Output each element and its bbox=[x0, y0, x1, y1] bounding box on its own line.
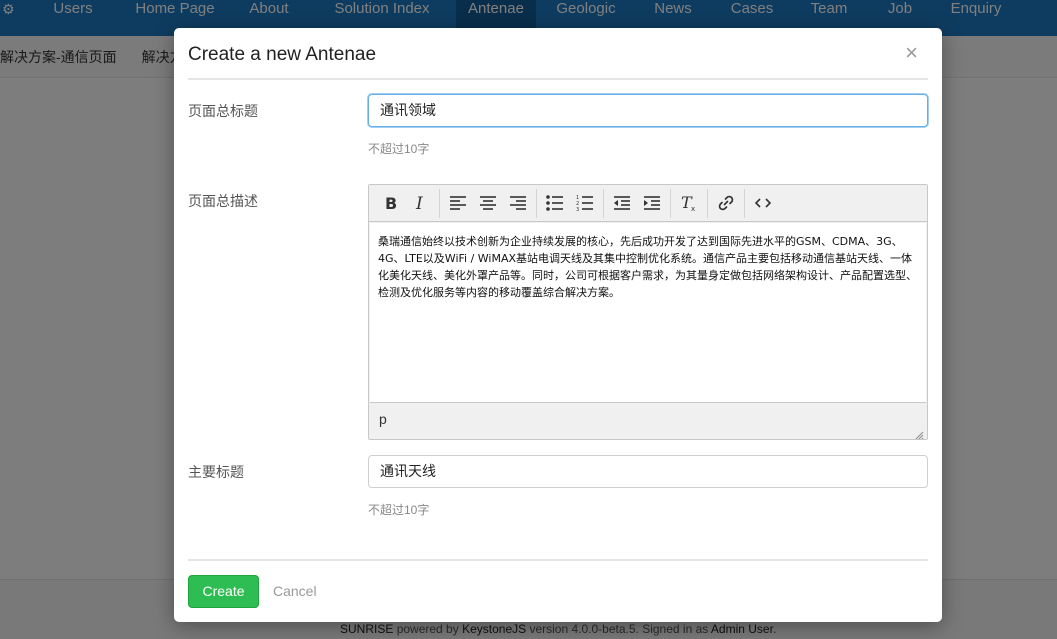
align-left-icon[interactable] bbox=[443, 189, 473, 217]
bullet-list-icon[interactable] bbox=[540, 189, 570, 217]
align-right-icon[interactable] bbox=[503, 189, 533, 217]
bold-icon[interactable]: B bbox=[376, 189, 406, 217]
toolbar-group-link bbox=[708, 188, 745, 218]
svg-text:I: I bbox=[415, 195, 423, 211]
page-description-editor: B I 1 2 3 T x 桑瑞通信始终以技术创新为企业持续发展的核心，先后成功… bbox=[368, 184, 928, 440]
toolbar-group-format: B I bbox=[373, 188, 440, 218]
main-title-hint: 不超过10字 bbox=[368, 503, 430, 517]
page-title-input[interactable]: 通讯领域 bbox=[368, 94, 928, 127]
page-title-label: 页面总标题 bbox=[188, 103, 258, 119]
editor-content-area[interactable]: 桑瑞通信始终以技术创新为企业持续发展的核心，先后成功开发了达到国际先进水平的GS… bbox=[370, 223, 926, 403]
toolbar-group-source bbox=[745, 189, 781, 218]
modal-footer-divider bbox=[188, 559, 928, 561]
svg-text:B: B bbox=[385, 195, 397, 211]
page-description-label: 页面总描述 bbox=[188, 193, 258, 209]
align-center-icon[interactable] bbox=[473, 189, 503, 217]
close-icon[interactable]: × bbox=[905, 42, 918, 64]
svg-text:x: x bbox=[691, 205, 695, 212]
resize-handle-icon[interactable] bbox=[915, 427, 924, 440]
cancel-button[interactable]: Cancel bbox=[273, 575, 317, 608]
editor-status-path: p bbox=[379, 411, 387, 427]
clear-formatting-icon[interactable]: Tx bbox=[674, 189, 704, 217]
main-title-label: 主要标题 bbox=[188, 464, 244, 480]
source-code-icon[interactable] bbox=[748, 189, 778, 217]
modal-title: Create a new Antenae bbox=[188, 44, 377, 65]
outdent-icon[interactable] bbox=[607, 189, 637, 217]
numbered-list-icon[interactable]: 123 bbox=[570, 189, 600, 217]
toolbar-group-align bbox=[440, 188, 537, 218]
indent-icon[interactable] bbox=[637, 189, 667, 217]
toolbar-group-indent bbox=[604, 188, 671, 218]
toolbar-group-clear: Tx bbox=[671, 188, 708, 218]
create-antenae-modal: Create a new Antenae × 页面总标题 通讯领域 不超过10字… bbox=[174, 28, 942, 622]
svg-text:3: 3 bbox=[576, 207, 579, 211]
page-title-hint: 不超过10字 bbox=[368, 142, 430, 156]
toolbar-group-lists: 123 bbox=[537, 188, 604, 218]
italic-icon[interactable]: I bbox=[406, 189, 436, 217]
link-icon[interactable] bbox=[711, 189, 741, 217]
main-title-input[interactable]: 通讯天线 bbox=[368, 455, 928, 488]
modal-header: Create a new Antenae × bbox=[188, 28, 928, 80]
editor-toolbar: B I 1 2 3 T x bbox=[369, 185, 927, 222]
create-button[interactable]: Create bbox=[188, 575, 259, 608]
